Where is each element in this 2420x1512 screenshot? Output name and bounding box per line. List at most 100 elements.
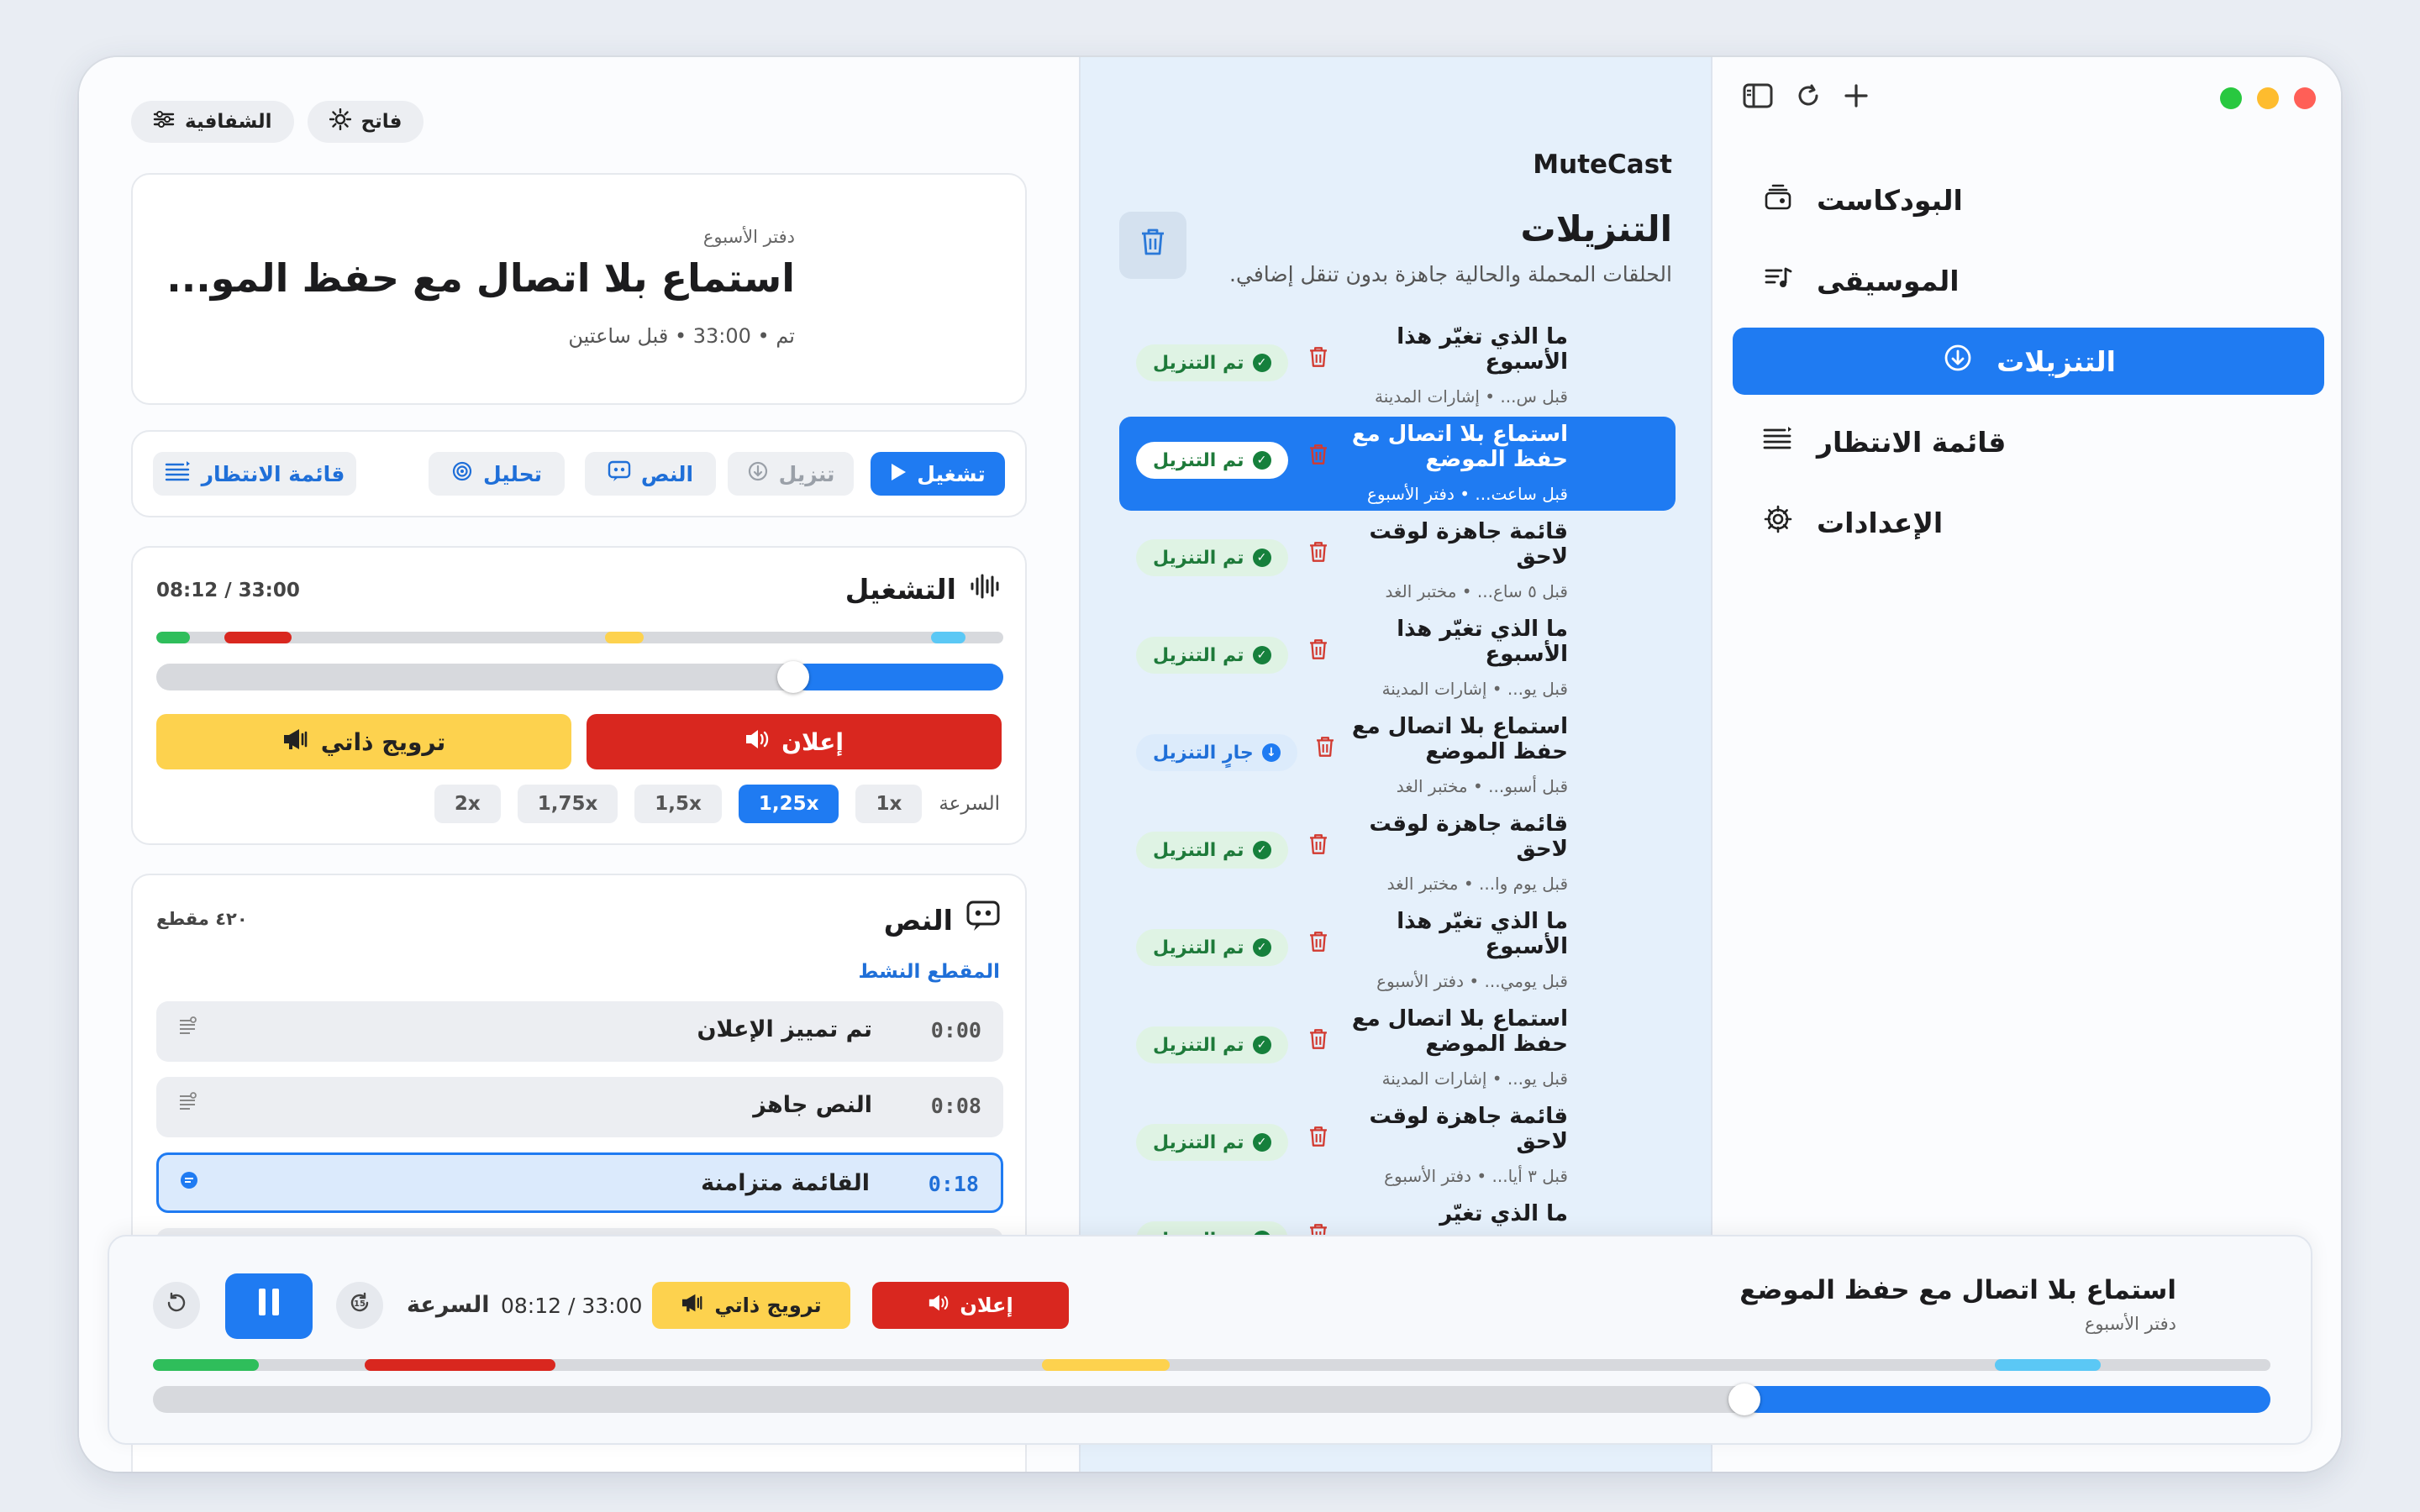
megaphone-icon	[681, 1293, 704, 1318]
segment-intro	[1995, 1359, 2102, 1371]
download-row[interactable]: ما الذي تغيّر هذا الأسبوع قبل س... • إشار…	[1119, 319, 1676, 413]
add-icon[interactable]	[1844, 83, 1869, 114]
status-label: تم التنزيل	[1153, 644, 1244, 666]
queue-label: قائمة الانتظار	[201, 461, 345, 486]
speed-option-1-25x[interactable]: 1,25x	[738, 785, 839, 823]
trash-icon	[1310, 1029, 1327, 1049]
speed-option-1x[interactable]: 1x	[855, 785, 923, 823]
delete-download-button[interactable]	[1307, 344, 1329, 376]
mini-playback-scrubber[interactable]	[153, 1383, 2270, 1415]
skip-forward-button[interactable]: 15	[336, 1282, 383, 1329]
checkmark-icon: ✓	[1252, 646, 1271, 664]
download-title: استماع بلا اتصال مع حفظ الموضع	[1351, 1006, 1568, 1057]
download-row[interactable]: استماع بلا اتصال مع حفظ الموضع قبل ساعت..…	[1119, 417, 1676, 511]
pause-button[interactable]	[225, 1273, 313, 1339]
transcript-row[interactable]: 0:00 تم تمييز الإعلان	[156, 1001, 1003, 1062]
close-window-button[interactable]	[2294, 87, 2316, 109]
skip-promo-button[interactable]: ترويج ذاتي	[156, 714, 571, 769]
download-circle-icon	[1941, 343, 1975, 381]
refresh-icon[interactable]	[1795, 82, 1822, 115]
delete-download-button[interactable]	[1307, 1026, 1329, 1058]
speed-option-2x[interactable]: 2x	[434, 785, 501, 823]
downloads-list: ما الذي تغيّر هذا الأسبوع قبل س... • إشار…	[1119, 319, 1676, 1294]
download-row[interactable]: ما الذي تغيّر هذا الأسبوع قبل يومي... • د…	[1119, 904, 1676, 998]
window-controls	[2220, 87, 2316, 109]
delete-download-button[interactable]	[1307, 1124, 1329, 1156]
download-button[interactable]: تنزيل	[728, 452, 854, 496]
delete-download-button[interactable]	[1307, 539, 1329, 571]
quote-bubble-icon	[966, 900, 1000, 939]
zoom-window-button[interactable]	[2220, 87, 2242, 109]
sidebar-item-downloads[interactable]: التنزيلات	[1733, 328, 2324, 395]
transcript-row[interactable]: 0:18 القائمة متزامنة	[156, 1152, 1003, 1213]
skip-back-button[interactable]	[153, 1282, 200, 1329]
speed-selector: السرعة 1x 1,25x 1,5x 1,75x 2x	[434, 785, 1000, 823]
download-row[interactable]: قائمة جاهزة لوقت لاحق قبل يوم وا... • مخت…	[1119, 806, 1676, 900]
download-title: قائمة جاهزة لوقت لاحق	[1369, 1104, 1568, 1154]
delete-download-button[interactable]	[1307, 637, 1329, 669]
segment-intro	[931, 632, 965, 643]
mini-skip-ad-button[interactable]: إعلان	[872, 1282, 1069, 1329]
sidebar-item-podcasts[interactable]: البودكاست	[1733, 166, 2324, 234]
trash-icon	[1310, 444, 1327, 465]
playback-scrubber[interactable]	[156, 661, 1003, 693]
gear-icon	[1761, 504, 1795, 542]
delete-download-button[interactable]	[1307, 929, 1329, 961]
transcript-row[interactable]: 0:08 النص جاهز	[156, 1077, 1003, 1137]
podcast-stack-icon	[1761, 181, 1795, 219]
sliders-icon	[153, 110, 175, 134]
segment-bar	[156, 632, 1003, 643]
download-meta: قبل يوم وا... • مختبر الغد	[1386, 874, 1568, 894]
scrubber-knob[interactable]	[1728, 1383, 1760, 1415]
download-row[interactable]: استماع بلا اتصال مع حفظ الموضع قبل يو... …	[1119, 1001, 1676, 1095]
playback-time: 08:12 / 33:00	[156, 580, 300, 601]
analyze-button[interactable]: تحليل	[429, 452, 565, 496]
sidebar-item-music[interactable]: الموسيقى	[1733, 247, 2324, 314]
segment-text: النص جاهز	[753, 1092, 872, 1118]
download-row[interactable]: استماع بلا اتصال مع حفظ الموضع قبل أسبو..…	[1119, 709, 1676, 803]
sidebar-item-label: الإعدادات	[1817, 506, 1944, 539]
download-row[interactable]: ما الذي تغيّر هذا الأسبوع قبل يو... • إشا…	[1119, 612, 1676, 706]
theme-button[interactable]: فاتح	[307, 101, 424, 143]
scrubber-knob[interactable]	[776, 661, 809, 693]
megaphone-icon	[282, 727, 309, 757]
playback-card: التشغيل 08:12 / 33:00 إعلان ترويج ذاتي ا…	[131, 546, 1027, 845]
delete-download-button[interactable]	[1307, 442, 1329, 474]
trash-icon	[1317, 737, 1334, 757]
delete-download-button[interactable]	[1314, 734, 1336, 766]
queue-list-icon	[1761, 423, 1795, 461]
skip-ad-button[interactable]: إعلان	[587, 714, 1002, 769]
transcript-button[interactable]: النص	[585, 452, 716, 496]
waveform-icon	[970, 573, 1000, 606]
checkmark-icon: ✓	[1252, 841, 1271, 859]
play-button[interactable]: تشغيل	[871, 452, 1005, 496]
sidebar-item-queue[interactable]: قائمة الانتظار	[1733, 408, 2324, 475]
mini-skip-promo-button[interactable]: ترويج ذاتي	[652, 1282, 850, 1329]
jump-to-active-segment-link[interactable]: المقطع النشط	[858, 961, 1000, 983]
download-row[interactable]: قائمة جاهزة لوقت لاحق قبل ٣ أيا... • دفتر…	[1119, 1099, 1676, 1193]
checkmark-icon: ✓	[1252, 1036, 1271, 1054]
sidebar-item-label: قائمة الانتظار	[1817, 425, 2007, 459]
transparency-button[interactable]: الشفافية	[131, 101, 294, 143]
speed-option-1-75x[interactable]: 1,75x	[517, 785, 618, 823]
download-meta: قبل يو... • إشارات المدينة	[1381, 679, 1568, 699]
sidebar-item-settings[interactable]: الإعدادات	[1733, 489, 2324, 556]
play-icon	[890, 462, 907, 486]
segment-text: تم تمييز الإعلان	[697, 1016, 872, 1042]
music-list-icon	[1761, 262, 1795, 300]
mini-speed-button[interactable]: السرعة	[407, 1292, 489, 1318]
delete-download-button[interactable]	[1307, 832, 1329, 864]
queue-button[interactable]: قائمة الانتظار	[153, 452, 356, 496]
mini-player: استماع بلا اتصال مع حفظ الموضع دفتر الأس…	[108, 1235, 2312, 1445]
checkmark-icon: ✓	[1252, 354, 1271, 372]
sidebar-toggle-icon[interactable]	[1743, 83, 1773, 114]
download-status-badge: ✓ تم التنزيل	[1136, 637, 1288, 674]
download-status-badge: ↓ جارٍ التنزيل	[1136, 734, 1297, 771]
status-label: تم التنزيل	[1153, 937, 1244, 958]
download-row[interactable]: قائمة جاهزة لوقت لاحق قبل ٥ ساع... • مختب…	[1119, 514, 1676, 608]
playback-header: التشغيل	[845, 573, 1000, 606]
minimize-window-button[interactable]	[2257, 87, 2279, 109]
speed-label: السرعة	[939, 793, 1000, 815]
speed-option-1-5x[interactable]: 1,5x	[634, 785, 722, 823]
delete-all-button[interactable]	[1119, 212, 1186, 279]
